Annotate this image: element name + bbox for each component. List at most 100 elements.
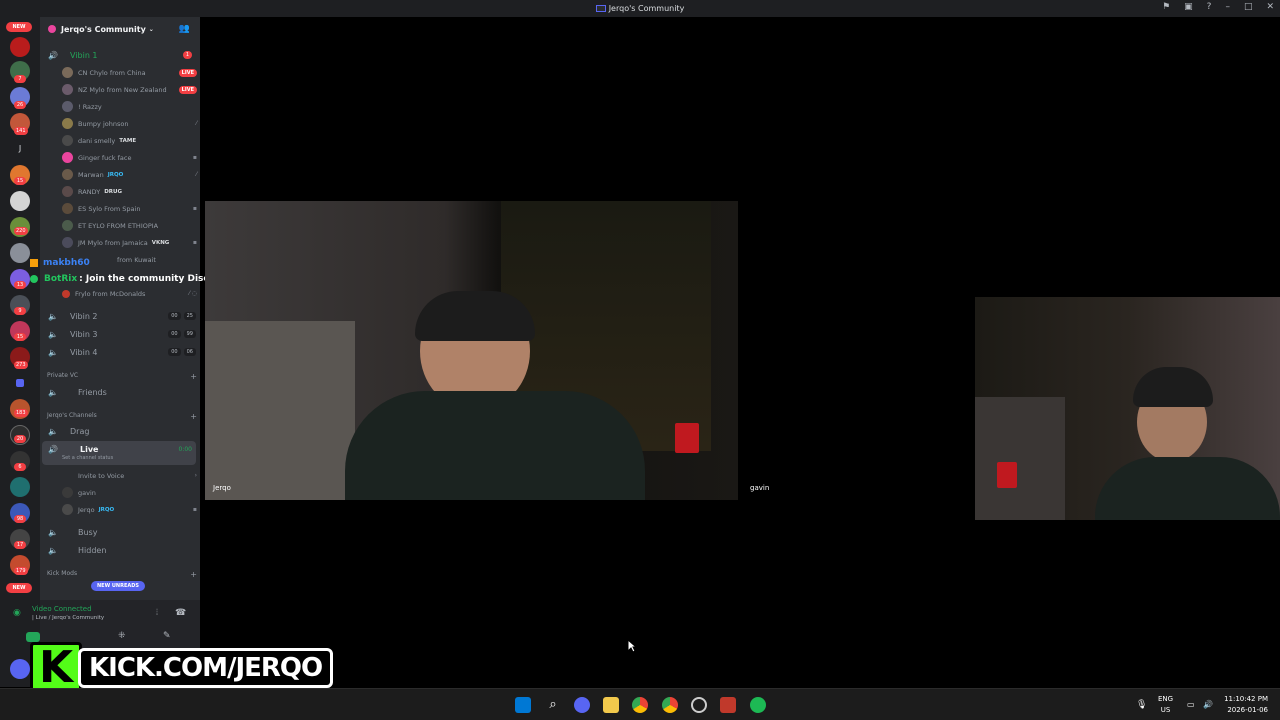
discord-home-icon[interactable] [10,659,30,679]
user-limit: 00 25 [168,312,196,320]
member-item[interactable]: ES Sylo From Spain ▪ [62,200,197,217]
voice-status-subtitle[interactable]: | Live / Jerqo's Community [32,615,104,621]
guild-name: Jerqo's Community [61,24,146,34]
add-channel-icon[interactable]: + [190,372,197,381]
avatar [62,67,73,78]
file-explorer-icon[interactable] [603,697,619,713]
live-badge: LIVE [178,85,197,94]
category-private-vc[interactable]: Private VC + [47,372,197,381]
voice-channel-vibin3[interactable]: 🔈 Vibin 3 00 99 [40,326,200,342]
new-pill[interactable]: NEW [6,22,32,32]
couch [205,321,355,500]
member-item[interactable]: CN Chylo from China LIVE [62,64,197,81]
beanie [1133,367,1213,407]
voice-channel-busy[interactable]: 🔈 Busy [40,524,200,540]
new-pill[interactable]: NEW [6,583,32,593]
video-tile-jerqo[interactable]: Jerqo [205,201,738,500]
member-item[interactable]: dani smelly TAME [62,132,197,149]
folder-icon[interactable] [16,379,24,387]
member-item[interactable]: Frylo from McDonalds ⁄ ◌ [62,285,197,302]
spotify-icon[interactable] [750,697,766,713]
guild-icon [48,25,56,33]
server-badge: 273 [14,361,28,369]
video-icon: ▪ [192,239,197,246]
chair [975,397,1065,520]
server-icon[interactable] [10,243,30,263]
mouse-cursor-icon [627,639,637,653]
signal-icon[interactable]: ◉ [13,608,21,618]
voice-channel-label: Vibin 1 [70,50,98,60]
clan-tag: JRQO [107,171,124,178]
new-unreads-pill[interactable]: NEW UNREADS [91,581,145,591]
inbox-icon[interactable]: ⚑ [1162,2,1170,12]
language-indicator[interactable]: ENG US [1158,694,1173,716]
noise-suppression-icon[interactable]: ⦙ [156,608,158,618]
microphone-icon[interactable]: 🎙 [1136,700,1147,710]
add-channel-icon[interactable]: + [190,570,197,579]
add-member-icon[interactable]: 👥 [179,24,190,34]
server-badge: 26 [14,101,26,109]
voice-channel-hidden[interactable]: 🔈 Hidden [40,542,200,558]
member-name: EYLO FROM ETHIOPIA [88,221,159,230]
maximize-button[interactable]: □ [1244,2,1253,12]
discord-app-icon[interactable] [574,697,590,713]
obs-icon[interactable] [691,697,707,713]
server-badge: 17 [14,541,26,549]
member-item[interactable]: ! Razzy [62,98,197,115]
speaker-icon: 🔈 [48,311,58,321]
app-icon[interactable] [720,697,736,713]
server-icon[interactable] [10,477,30,497]
voice-channel-drag[interactable]: 🔈 Drag [40,423,200,439]
invite-to-voice[interactable]: Invite to Voice › [62,467,197,484]
speaker-icon: 🔈 [48,387,58,397]
badge-icon [30,259,38,267]
avatar [62,504,73,515]
member-name: RANDY [78,187,101,196]
tile-username: Jerqo [213,484,231,492]
voice-channel-vibin4[interactable]: 🔈 Vibin 4 00 06 [40,344,200,360]
server-badge: 13 [14,281,26,289]
minimize-button[interactable]: – [1225,2,1230,12]
member-item[interactable]: Jerqo JRQO ▪ [62,501,197,518]
member-name: Ginger fuck face [78,153,132,162]
chrome-icon[interactable] [632,697,648,713]
member-item[interactable]: RANDY DRUG [62,183,197,200]
avatar [62,220,73,231]
server-icon[interactable] [10,37,30,57]
chrome-profile-icon[interactable] [662,697,678,713]
voice-channel-vibin2[interactable]: 🔈 Vibin 2 00 25 [40,308,200,324]
search-icon[interactable]: ⌕ [545,697,561,713]
screen-icon[interactable]: ▣ [1184,2,1193,12]
category-jerqos-channels[interactable]: Jerqo's Channels + [47,412,197,421]
member-item[interactable]: Ginger fuck face ▪ [62,149,197,166]
server-badge: 7 [14,75,26,83]
clock[interactable]: 11:10:42 PM 2026-01-06 [1224,694,1268,716]
channel-status[interactable]: Set a channel status [62,455,113,461]
voice-status-title[interactable]: Video Connected [32,605,92,613]
server-icon[interactable]: J [10,139,30,159]
start-icon[interactable] [515,697,531,713]
voice-channel-vibin1[interactable]: 🔊 Vibin 1 1 [40,47,200,63]
server-badge: 20 [14,435,26,443]
member-item[interactable]: ET EYLO FROM ETHIOPIA [62,217,197,234]
member-item[interactable]: Marwan JRQO ⁄ [62,166,197,183]
member-item[interactable]: Bumpy johnson ⁄ [62,115,197,132]
video-icon: ▪ [192,506,197,513]
help-icon[interactable]: ? [1207,2,1212,12]
disconnect-icon[interactable]: ☎ [175,608,186,618]
member-item[interactable]: NZ Mylo from New Zealand LIVE [62,81,197,98]
speaker-icon: 🔊 [48,50,58,60]
close-button[interactable]: ✕ [1266,2,1274,12]
chat-username: makbh60 [43,258,90,268]
member-item[interactable]: gavin [62,484,197,501]
window-controls: ⚑ ▣ ? – □ ✕ [1162,2,1274,12]
add-channel-icon[interactable]: + [190,412,197,421]
guild-header[interactable]: Jerqo's Community ⌄ 👥 [40,17,200,41]
volume-icon[interactable]: 🔊 [1203,700,1213,709]
member-item[interactable]: JM Mylo from Jamaica VKNG ▪ [62,234,197,251]
category-kick-mods[interactable]: Kick Mods + [47,570,197,579]
speaker-icon: 🔈 [48,426,58,436]
network-icon[interactable]: ▭ [1187,700,1195,709]
voice-channel-friends[interactable]: 🔈 Friends [40,384,200,400]
server-icon[interactable] [10,191,30,211]
